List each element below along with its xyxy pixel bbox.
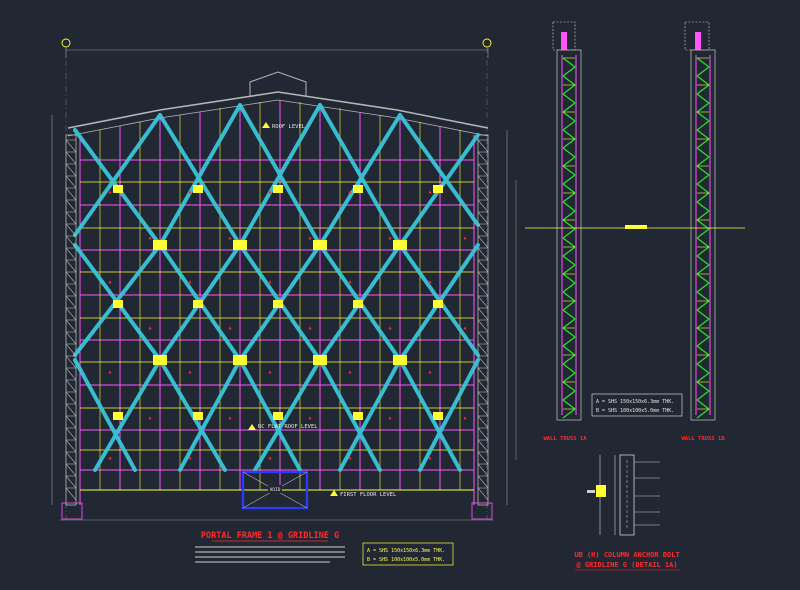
legend-frame-b: B = SHS 100x100x5.0mm THK. [367,557,445,563]
legend-truss-a: A = SHS 150x150x6.3mm THK. [596,399,674,405]
wall-truss-1b-title: WALL TRUSS 1B [681,436,725,442]
wall-truss-1a-title: WALL TRUSS 1A [543,436,587,442]
anchor-bolt-title-1: UB (H) COLUMN ANCHOR BOLT [574,551,679,559]
void-label: VOID [270,487,281,493]
cad-drawing: VOID ROOF LEVEL RC FLAT ROOF LEVEL FIRST… [0,0,800,590]
legend-truss-b: B = SHS 100x100x5.0mm THK. [596,408,674,414]
first-floor-level-label: FIRST FLOOR LEVEL [340,492,397,498]
roof-level-label: ROOF LEVEL [272,124,306,130]
anchor-bolt-title-2: @ GRIDLINE G (DETAIL 1A) [576,561,677,569]
rc-flat-roof-level-label: RC FLAT ROOF LEVEL [258,424,318,430]
legend-frame-a: A = SHS 150x150x6.3mm THK. [367,548,445,554]
level-tag [625,225,647,229]
portal-frame-title: PORTAL FRAME 1 @ GRIDLINE G [201,531,339,541]
